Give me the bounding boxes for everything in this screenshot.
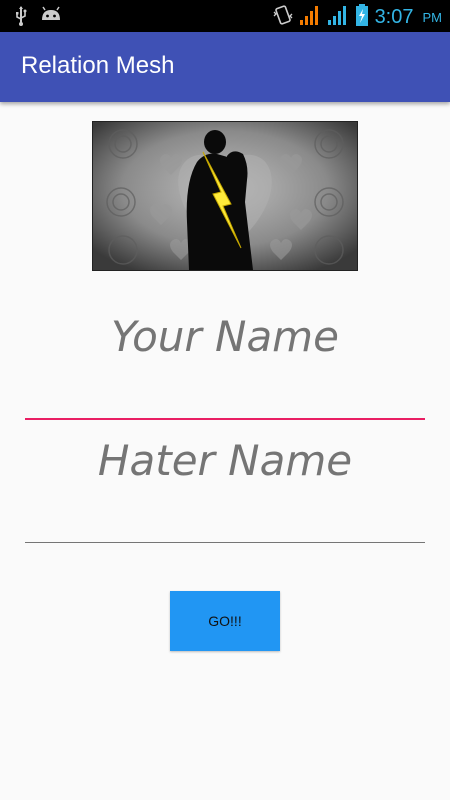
battery-charging-icon	[355, 4, 369, 31]
couple-lightning-image	[92, 121, 358, 271]
vibrate-icon	[273, 4, 293, 31]
your-name-input[interactable]	[25, 382, 425, 418]
signal-icon	[327, 5, 349, 30]
status-bar: 3:07 PM	[0, 0, 450, 32]
android-icon	[40, 6, 62, 31]
app-title: Relation Mesh	[21, 52, 175, 79]
clock-ampm: PM	[422, 10, 443, 25]
hater-name-label: Hater Name	[97, 436, 353, 485]
system-icons: 3:07 PM	[273, 4, 442, 31]
hater-name-underline	[25, 542, 425, 543]
usb-icon	[14, 6, 28, 31]
go-button[interactable]: GO!!!	[170, 591, 280, 651]
your-name-label: Your Name	[111, 312, 339, 361]
clock-time: 3:07	[374, 6, 414, 28]
your-name-underline	[25, 418, 425, 420]
app-bar: Relation Mesh	[0, 32, 450, 102]
signal-icon	[299, 5, 321, 30]
notification-icons	[14, 6, 62, 31]
hater-name-input[interactable]	[25, 506, 425, 542]
